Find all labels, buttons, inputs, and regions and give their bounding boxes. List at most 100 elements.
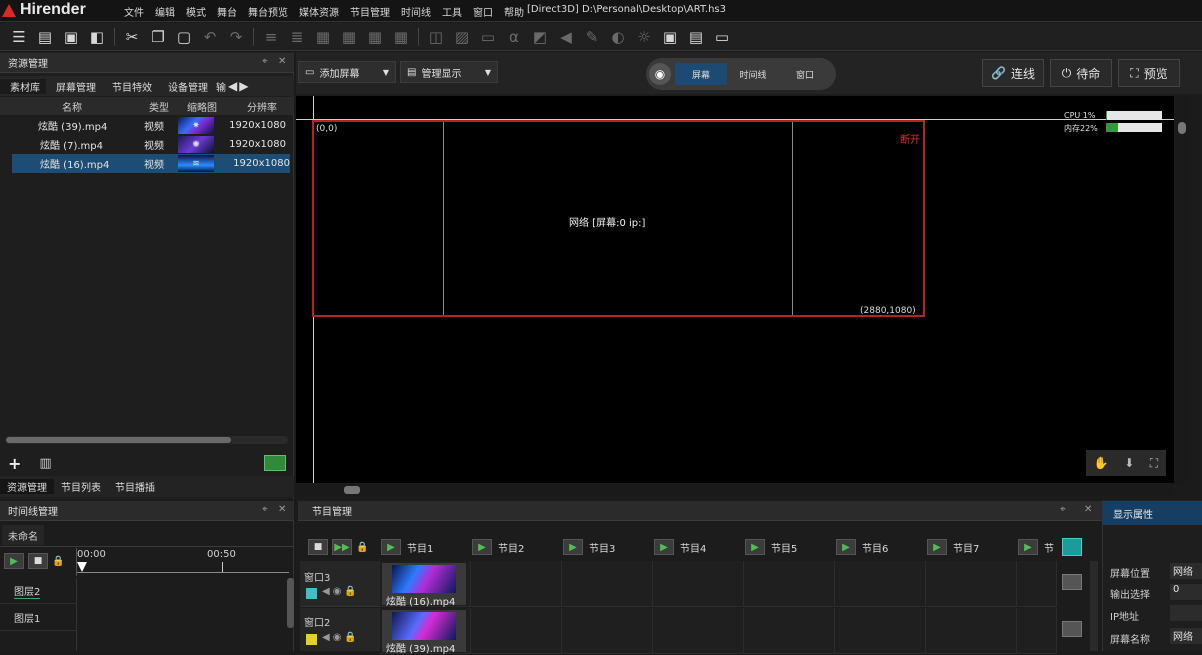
menu-stage-preview[interactable]: 舞台预览 — [248, 4, 288, 19]
col-name[interactable]: 名称 — [0, 99, 144, 114]
play-icon[interactable]: ▶ — [654, 539, 674, 555]
hamburger-icon[interactable]: ☰ — [8, 26, 30, 48]
scrollbar-thumb[interactable] — [344, 486, 360, 494]
align-center-icon[interactable]: ≣ — [286, 26, 308, 48]
undo-icon[interactable]: ↶ — [199, 26, 221, 48]
program-cell[interactable] — [471, 561, 562, 607]
program-cell[interactable] — [744, 561, 835, 607]
monitor-icon[interactable]: ▭ — [711, 26, 733, 48]
play-icon[interactable]: ▶ — [745, 539, 765, 555]
pin-icon[interactable]: ⌖ — [1060, 504, 1066, 515]
program-cell[interactable]: 炫酷 (39).mp4 — [380, 608, 471, 655]
alpha-icon[interactable]: α — [503, 26, 525, 48]
pin-icon[interactable]: ⌖ — [262, 56, 268, 67]
program-item[interactable]: ▶ 节 — [1018, 537, 1054, 557]
menu-window[interactable]: 窗口 — [473, 4, 493, 19]
prop-ip-value[interactable] — [1170, 605, 1202, 621]
layer-row[interactable]: 图层2 — [0, 578, 76, 604]
program-item[interactable]: ▶ 节目7 — [927, 537, 979, 557]
grid3-icon[interactable]: ▦ — [364, 26, 386, 48]
program-cell[interactable] — [1017, 561, 1057, 607]
crop-icon[interactable]: ▭ — [477, 26, 499, 48]
timeline-scrollbar-thumb[interactable] — [287, 578, 294, 628]
window-color-swatch[interactable] — [306, 634, 317, 645]
scrollbar-thumb[interactable] — [1178, 122, 1186, 134]
cut-icon[interactable]: ✂ — [121, 26, 143, 48]
preview-button[interactable]: ⛶ 预览 — [1118, 59, 1180, 87]
volume-icon[interactable]: ◀ — [555, 26, 577, 48]
play-icon[interactable]: ▶ — [381, 539, 401, 555]
copy-icon[interactable]: ❐ — [147, 26, 169, 48]
tab-screen-manage[interactable]: 屏幕管理 — [46, 79, 102, 94]
menu-help[interactable]: 帮助 — [504, 4, 524, 19]
resource-row-selected[interactable]: 炫酷 (16).mp4 视频 ≋ 1920x1080 — [12, 154, 290, 173]
program-item[interactable]: ▶ 节目6 — [836, 537, 888, 557]
resource-horizontal-scrollbar[interactable] — [6, 436, 288, 444]
tab-prev-arrow-icon[interactable]: ◀ — [228, 79, 237, 93]
grid2-icon[interactable]: ▦ — [338, 26, 360, 48]
hand-icon[interactable]: ✋ — [1094, 456, 1109, 470]
program-item[interactable]: ▶ 节目3 — [563, 537, 615, 557]
tab-program-effects[interactable]: 节目特效 — [102, 79, 158, 94]
menu-media[interactable]: 媒体资源 — [299, 4, 339, 19]
window-row-header[interactable]: 窗口3 ◀◉🔒 — [300, 561, 380, 607]
tab-timeline-untitled[interactable]: 未命名 — [2, 525, 44, 545]
menu-tools[interactable]: 工具 — [442, 4, 462, 19]
program-cell[interactable] — [835, 608, 926, 654]
play-icon[interactable]: ▶ — [927, 539, 947, 555]
media-clip[interactable]: 炫酷 (16).mp4 — [382, 563, 466, 608]
close-icon[interactable]: ✕ — [278, 56, 286, 67]
pin-icon[interactable]: ⌖ — [262, 504, 268, 515]
stop-icon[interactable]: ■ — [308, 539, 328, 555]
tab-next-arrow-icon[interactable]: ▶ — [237, 79, 248, 93]
contrast-icon[interactable]: ◐ — [607, 26, 629, 48]
grid-icon[interactable]: ▦ — [312, 26, 334, 48]
layout-icon[interactable]: ▤ — [685, 26, 707, 48]
play-icon[interactable]: ▶ — [472, 539, 492, 555]
program-cell[interactable]: 炫酷 (16).mp4 — [380, 561, 471, 608]
program-item[interactable]: ▶ 节目4 — [654, 537, 706, 557]
mode-timeline[interactable]: 时间线 — [727, 63, 779, 85]
program-scrollbar[interactable] — [1090, 561, 1098, 651]
program-cell[interactable] — [562, 561, 653, 607]
window-color-swatch[interactable] — [306, 588, 317, 599]
window-row-header[interactable]: 窗口2 ◀◉🔒 — [300, 608, 380, 651]
pen-icon[interactable]: ✎ — [581, 26, 603, 48]
play-icon[interactable]: ▶ — [4, 553, 24, 569]
window-state-icons[interactable]: ◀◉🔒 — [322, 632, 360, 643]
tab-program-list[interactable]: 节目列表 — [54, 479, 108, 494]
align-left-icon[interactable]: ≡ — [260, 26, 282, 48]
timeline-track-area[interactable] — [76, 578, 286, 651]
window-row-action-icon[interactable] — [1062, 574, 1082, 590]
window-icon[interactable]: ▣ — [659, 26, 681, 48]
media-clip[interactable]: 炫酷 (39).mp4 — [382, 610, 466, 655]
resource-row[interactable]: 炫酷 (7).mp4 视频 ✺ 1920x1080 — [0, 135, 292, 154]
image-preview-icon[interactable] — [264, 455, 286, 471]
mode-screen[interactable]: 屏幕 — [675, 63, 727, 85]
redo-icon[interactable]: ↷ — [225, 26, 247, 48]
menu-program[interactable]: 节目管理 — [350, 4, 390, 19]
canvas-horizontal-scrollbar[interactable] — [296, 484, 1174, 496]
image-icon[interactable]: ▨ — [451, 26, 473, 48]
tab-input[interactable]: 输 — [214, 79, 228, 94]
program-cell[interactable] — [835, 561, 926, 607]
link-icon[interactable]: ◫ — [425, 26, 447, 48]
save-icon[interactable]: ▣ — [60, 26, 82, 48]
program-cell[interactable] — [562, 608, 653, 654]
add-icon[interactable]: + — [8, 454, 21, 473]
program-cell[interactable] — [926, 561, 1017, 607]
sun-icon[interactable]: ☼ — [633, 26, 655, 48]
tab-program-insert[interactable]: 节目播插 — [108, 479, 162, 494]
play-icon[interactable]: ▶ — [836, 539, 856, 555]
tab-resource-manage[interactable]: 资源管理 — [0, 479, 54, 494]
lock-icon[interactable]: 🔒 — [52, 556, 64, 567]
disconnect-label[interactable]: 断开 — [900, 131, 920, 146]
prop-screen-position-value[interactable]: 网络 — [1170, 563, 1202, 579]
play-all-icon[interactable]: ▶▶ — [332, 539, 352, 555]
canvas-vertical-scrollbar[interactable] — [1175, 96, 1189, 483]
properties-tab[interactable]: 显示属性 — [1103, 501, 1202, 525]
program-item[interactable]: ▶ 节目5 — [745, 537, 797, 557]
fit-screen-icon[interactable]: ⛶ — [1150, 456, 1158, 471]
close-icon[interactable]: ✕ — [1084, 504, 1092, 515]
program-item[interactable]: ▶ 节目2 — [472, 537, 524, 557]
